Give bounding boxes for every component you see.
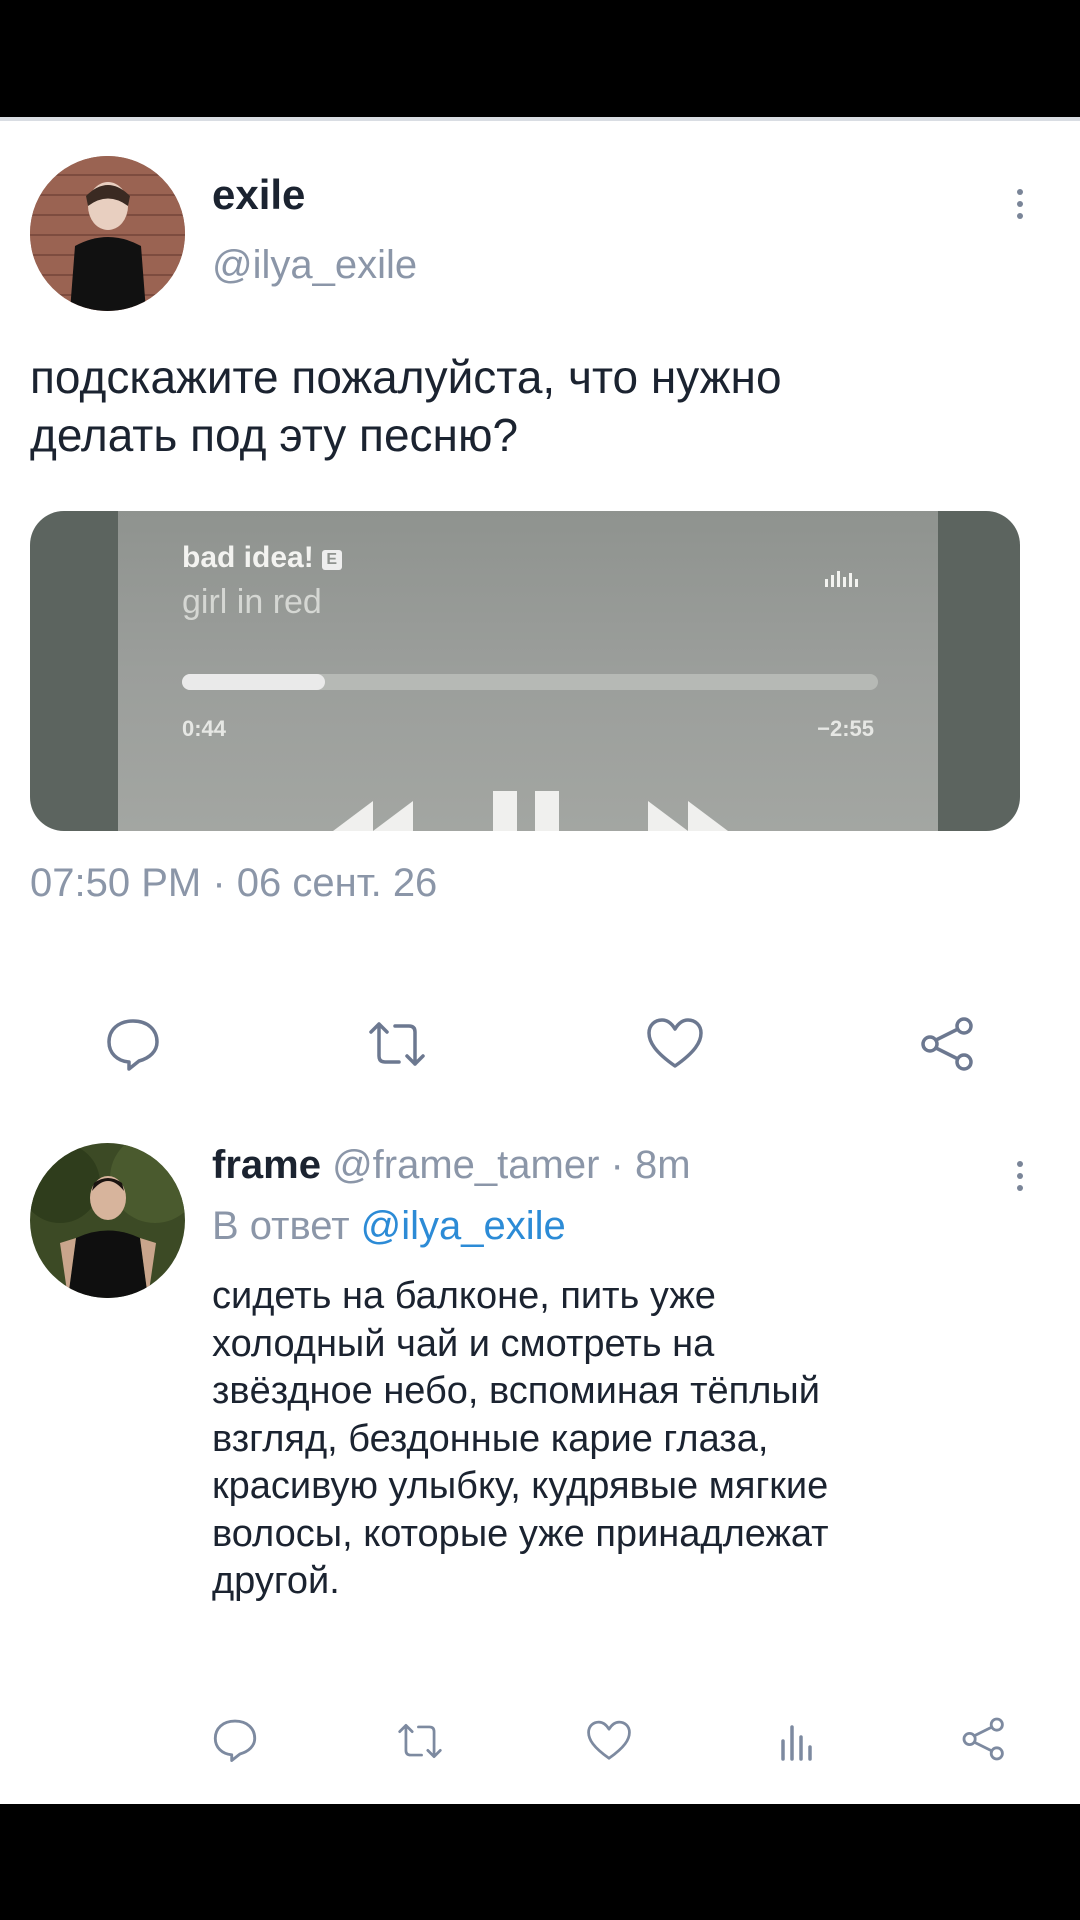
author-avatar[interactable] — [30, 156, 185, 311]
comment-icon[interactable] — [212, 1717, 258, 1763]
reply-header: frame @frame_tamer · 8m — [212, 1143, 691, 1188]
more-vertical-icon[interactable] — [1005, 1155, 1035, 1197]
reply-text-line: звёздное небо, вспоминая тёплый — [212, 1370, 820, 1412]
artist-name: girl in red — [182, 583, 322, 621]
song-title: bad idea! E — [182, 541, 342, 575]
forward-icon — [648, 801, 728, 831]
pause-icon — [493, 791, 559, 831]
reply-display-name[interactable]: frame — [212, 1143, 321, 1187]
media-music-player[interactable]: bad idea! E girl in red 0:44 −2:55 — [30, 511, 1020, 831]
stats-icon[interactable] — [775, 1719, 815, 1763]
reply-text-line: другой. — [212, 1560, 340, 1602]
player-screenshot: bad idea! E girl in red 0:44 −2:55 — [118, 511, 938, 831]
reply-text-line: взгляд, бездонные карие глаза, — [212, 1417, 769, 1460]
reply-to-link[interactable]: @ilya_exile — [361, 1204, 566, 1248]
tweet-text-line: подскажите пожалуйста, что нужно — [30, 351, 782, 403]
tweet-timestamp[interactable]: 07:50 PM · 06 сент. 26 — [30, 861, 437, 906]
retweet-icon[interactable] — [395, 1719, 445, 1763]
reply-text-line: красивую улыбку, кудрявые мягкие — [212, 1465, 829, 1507]
tweet-text-line: делать под эту песню? — [30, 408, 519, 461]
comment-icon[interactable] — [105, 1016, 161, 1072]
tweet-screen: exile @ilya_exile подскажите пожалуйста,… — [0, 117, 1080, 1804]
tweet-text: подскажите пожалуйста, что нужно делать … — [30, 349, 782, 464]
reply-text: сидеть на балконе, пить уже холодный чай… — [212, 1273, 829, 1606]
remaining-time: −2:55 — [817, 716, 874, 741]
reply-actions — [0, 1711, 1080, 1771]
elapsed-time: 0:44 — [182, 716, 227, 741]
reply-context: В ответ @ilya_exile — [212, 1204, 566, 1249]
progress-fill — [182, 674, 326, 690]
more-vertical-icon[interactable] — [1005, 183, 1035, 225]
song-title-text: bad idea! — [182, 541, 314, 574]
retweet-icon[interactable] — [365, 1016, 429, 1072]
explicit-badge: E — [321, 550, 342, 570]
tweet-actions — [0, 1006, 1080, 1086]
reply-text-line: сидеть на балконе, пить уже — [212, 1275, 716, 1317]
heart-icon[interactable] — [645, 1016, 705, 1072]
progress-bar — [182, 674, 878, 690]
reply-age: · 8m — [610, 1143, 691, 1187]
author-display-name[interactable]: exile — [212, 171, 305, 219]
heart-icon[interactable] — [585, 1719, 633, 1763]
reply-handle[interactable]: @frame_tamer — [332, 1143, 599, 1187]
reply-author-avatar[interactable] — [30, 1143, 185, 1298]
reply-prefix: В ответ — [212, 1204, 350, 1248]
rewind-icon — [333, 801, 413, 831]
share-icon[interactable] — [918, 1014, 978, 1074]
reply-text-line: волосы, которые уже принадлежат — [212, 1512, 829, 1555]
reply-text-line: холодный чай и смотреть на — [212, 1322, 715, 1365]
author-handle[interactable]: @ilya_exile — [212, 243, 417, 288]
share-icon[interactable] — [960, 1715, 1008, 1763]
audio-wave-icon — [825, 571, 858, 587]
